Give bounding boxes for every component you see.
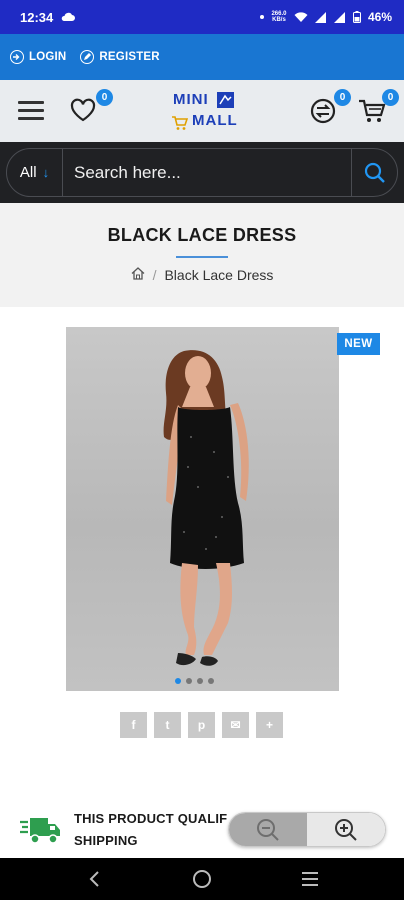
battery-icon	[352, 11, 361, 23]
net-speed: 266.0 KB/s	[271, 11, 287, 23]
search-icon	[364, 162, 385, 183]
page-title: BLACK LACE DRESS	[107, 225, 297, 245]
pinterest-share-button[interactable]: p	[188, 712, 215, 738]
home-icon[interactable]	[131, 267, 145, 283]
arrow-down-icon: ↓	[42, 165, 50, 180]
email-icon: ✉	[230, 718, 241, 732]
carousel-dot[interactable]	[208, 678, 214, 684]
carousel-dot[interactable]	[197, 678, 203, 684]
more-share-button[interactable]: +	[256, 712, 283, 738]
wishlist-button[interactable]: 0	[70, 89, 113, 124]
login-label: LOGIN	[29, 51, 67, 63]
zoom-out-icon	[257, 818, 279, 841]
cart-count-badge: 0	[382, 89, 399, 106]
login-icon	[10, 50, 24, 64]
login-link[interactable]: LOGIN	[10, 50, 66, 64]
image-carousel-dots	[175, 678, 214, 684]
new-badge: NEW	[337, 333, 380, 355]
edit-icon	[80, 50, 95, 64]
logo-mark-icon	[217, 92, 234, 108]
menu-icon[interactable]	[18, 101, 44, 121]
email-share-button[interactable]: ✉	[222, 712, 249, 738]
auth-bar: LOGIN REGISTER	[0, 34, 404, 80]
cart-button[interactable]: 0	[358, 89, 399, 124]
recents-button[interactable]	[290, 864, 330, 894]
zoom-control	[228, 812, 386, 847]
logo-text-line2: MALL	[192, 112, 238, 129]
carousel-dot[interactable]	[186, 678, 192, 684]
battery-percent: 46%	[367, 10, 392, 24]
app-screen: 12:34 266.0 KB/s 46% LOGIN REGISTER 0 MI…	[0, 0, 404, 900]
logo-cart-icon	[172, 116, 188, 130]
wishlist-count-badge: 0	[96, 89, 113, 106]
zoom-out-button[interactable]	[229, 813, 307, 846]
circle-home-icon	[193, 870, 211, 888]
back-button[interactable]	[74, 864, 114, 894]
status-bar: 12:34 266.0 KB/s 46%	[0, 0, 404, 34]
recents-icon	[302, 872, 318, 886]
shipping-text: THIS PRODUCT QUALIF SHIPPING	[74, 808, 227, 852]
heart-icon	[70, 98, 96, 122]
register-link[interactable]: REGISTER	[80, 50, 160, 64]
dot-indicator-icon	[259, 15, 264, 19]
plus-icon: +	[265, 718, 273, 732]
carousel-dot[interactable]	[175, 678, 181, 684]
twitter-share-button[interactable]: t	[154, 712, 181, 738]
shipping-info: THIS PRODUCT QUALIF SHIPPING	[20, 808, 227, 852]
product-photo	[163, 350, 249, 666]
title-underline	[176, 256, 228, 258]
search-bar: All ↓	[0, 142, 404, 203]
status-time: 12:34	[20, 9, 54, 25]
cart-icon	[359, 99, 386, 122]
facebook-icon: f	[131, 718, 136, 732]
share-buttons: f t p ✉ +	[120, 712, 283, 738]
back-icon	[89, 871, 99, 887]
search-button[interactable]	[351, 149, 397, 196]
home-button[interactable]	[182, 864, 222, 894]
twitter-icon: t	[165, 718, 170, 732]
shipping-text-line2: SHIPPING	[74, 833, 138, 848]
signal-icon	[314, 11, 327, 23]
breadcrumb: / Black Lace Dress	[0, 267, 404, 283]
system-nav-bar	[0, 858, 404, 900]
breadcrumb-separator: /	[152, 267, 157, 283]
product-image[interactable]	[66, 327, 339, 691]
search-box: All ↓	[6, 148, 398, 197]
zoom-in-button[interactable]	[307, 813, 385, 846]
compare-button[interactable]: 0	[310, 89, 351, 124]
truck-icon	[20, 818, 60, 844]
shipping-text-line1: THIS PRODUCT QUALIF	[74, 811, 228, 826]
register-label: REGISTER	[99, 51, 160, 63]
net-speed-unit: KB/s	[272, 17, 286, 23]
wifi-icon	[294, 11, 308, 23]
category-select[interactable]: All ↓	[7, 149, 63, 196]
page-title-section: BLACK LACE DRESS / Black Lace Dress	[0, 203, 404, 307]
facebook-share-button[interactable]: f	[120, 712, 147, 738]
cloud-icon	[61, 12, 76, 22]
compare-icon	[310, 98, 336, 124]
pinterest-icon: p	[197, 718, 206, 732]
compare-count-badge: 0	[334, 89, 351, 106]
logo-text-line1: MINI	[173, 91, 209, 108]
breadcrumb-current: Black Lace Dress	[164, 267, 274, 283]
logo[interactable]: MINI MALL	[170, 90, 240, 134]
header: 0 MINI MALL 0 0	[0, 80, 404, 142]
signal-icon-2	[333, 11, 346, 23]
search-input[interactable]	[63, 149, 351, 196]
zoom-in-icon	[335, 818, 357, 841]
category-select-value: All	[19, 164, 37, 181]
